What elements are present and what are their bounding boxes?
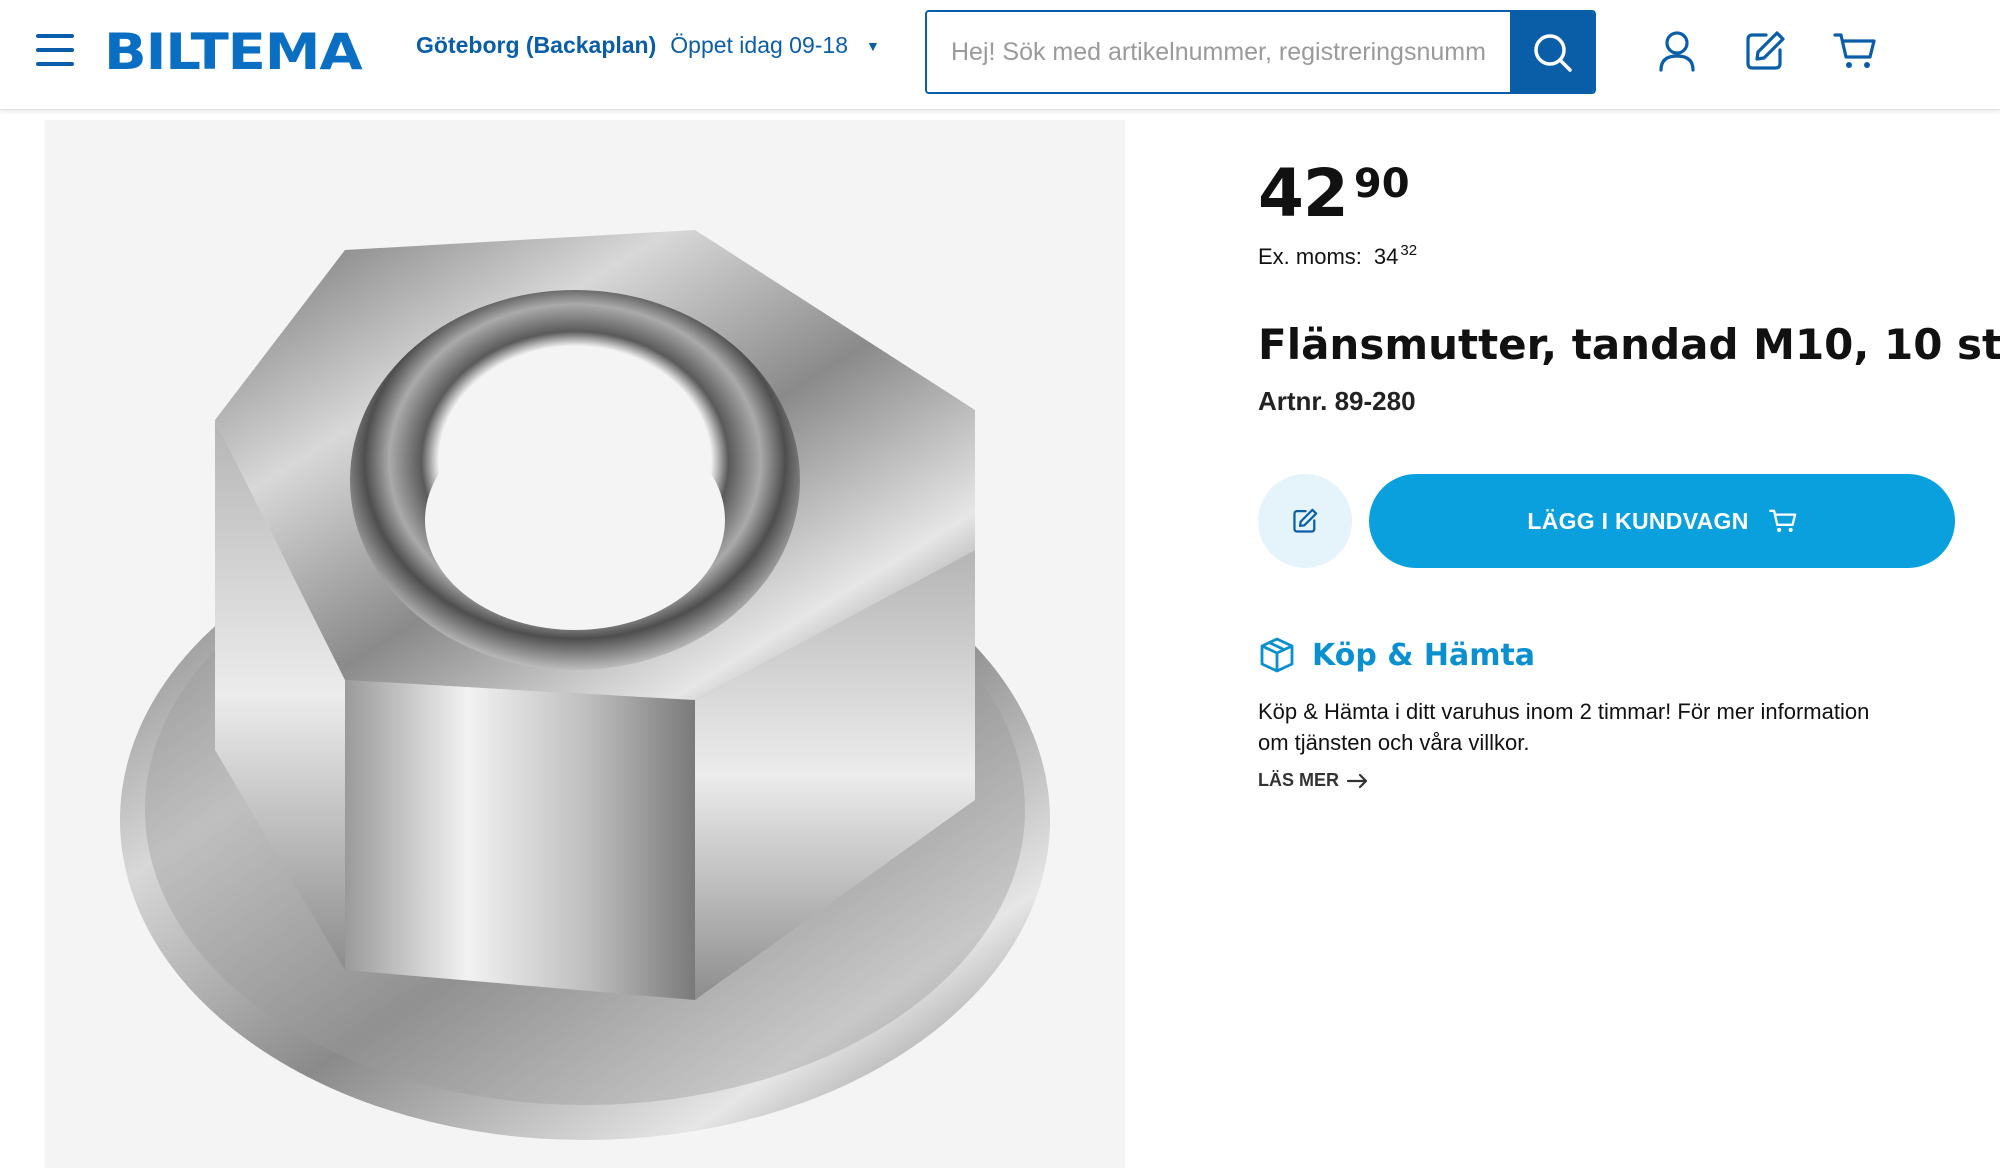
add-to-list-button[interactable] — [1258, 474, 1352, 568]
price-decimal: 90 — [1353, 161, 1410, 207]
user-icon — [1659, 31, 1695, 72]
biltema-logo[interactable]: BILTEMA — [104, 24, 363, 80]
add-to-cart-label: LÄGG I KUNDVAGN — [1527, 507, 1749, 534]
search-bar — [925, 10, 1596, 94]
article-number: Artnr. 89-280 — [1258, 386, 1416, 416]
click-collect-description: Köp & Hämta i ditt varuhus inom 2 timmar… — [1258, 699, 1870, 755]
search-button[interactable] — [1510, 12, 1594, 92]
search-icon — [1534, 34, 1572, 72]
edit-list-icon — [1746, 31, 1785, 70]
store-name: Göteborg (Backaplan) — [416, 32, 657, 58]
cart-icon — [1833, 33, 1876, 68]
cart-icon — [1768, 509, 1796, 532]
flange-nut-image — [120, 230, 1050, 1140]
click-collect-title: Köp & Hämta — [1312, 637, 1536, 673]
vat-label: Ex. moms: — [1258, 244, 1362, 269]
site-header: BILTEMA Göteborg (Backaplan) Öppet idag … — [0, 0, 2000, 110]
account-button[interactable] — [1654, 28, 1700, 74]
add-to-cart-button[interactable]: LÄGG I KUNDVAGN — [1369, 474, 1955, 568]
price-integer: 42 — [1258, 155, 1349, 232]
shopping-list-button[interactable] — [1742, 28, 1788, 74]
caret-down-icon: ▼ — [866, 37, 880, 54]
price-ex-vat: Ex. moms: 34 32 — [1258, 242, 1418, 270]
click-collect-heading: Köp & Hämta — [1258, 636, 1535, 674]
hamburger-menu-icon[interactable] — [36, 34, 76, 68]
price: 42 90 — [1258, 158, 1410, 230]
vat-decimal: 32 — [1400, 242, 1418, 259]
product-image[interactable] — [45, 120, 1125, 1168]
product-title: Flänsmutter, tandad M10, 10 st. — [1258, 320, 2000, 369]
edit-list-icon — [1293, 508, 1318, 533]
opening-hours: Öppet idag 09-18 — [670, 32, 849, 58]
search-input[interactable] — [927, 12, 1510, 92]
store-selector[interactable]: Göteborg (Backaplan) Öppet idag 09-18 ▼ — [416, 32, 880, 59]
arrow-right-icon — [1347, 773, 1368, 788]
vat-integer: 34 — [1373, 244, 1399, 269]
cart-button[interactable] — [1832, 28, 1878, 74]
package-icon — [1260, 637, 1294, 673]
read-more-label: LÄS MER — [1258, 770, 1339, 790]
read-more-link[interactable]: LÄS MER — [1258, 770, 1369, 791]
